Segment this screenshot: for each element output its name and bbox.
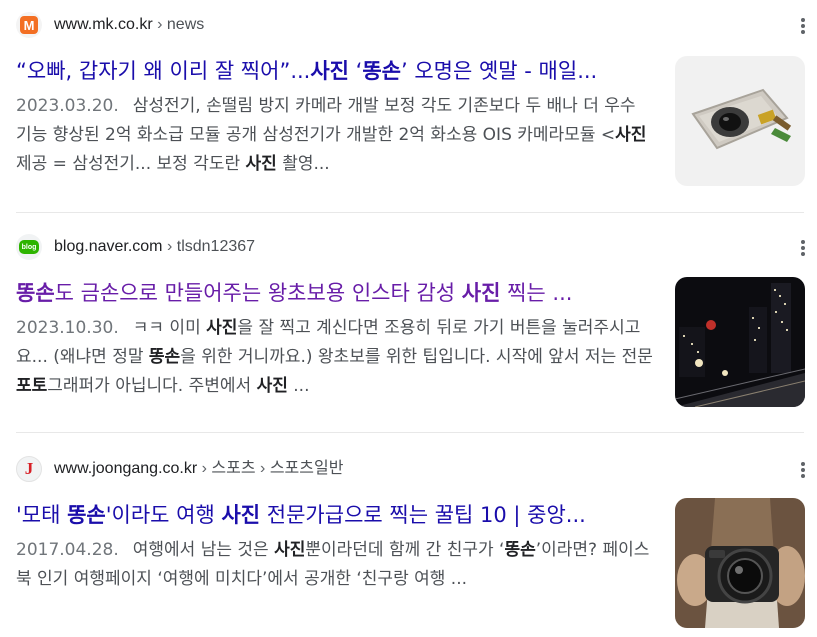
site-domain: www.joongang.co.kr xyxy=(54,460,198,477)
site-path: news xyxy=(166,16,205,33)
site-path: 스포츠 xyxy=(211,460,256,477)
mk-favicon-icon[interactable]: M xyxy=(16,12,42,38)
result-title-link[interactable]: 똥손도 금손으로 만들어주는 왕초보용 인스타 감성 사진 찍는 ... xyxy=(16,279,648,307)
result-snippet: 2023.03.20. 삼성전기, 손떨림 방지 카메라 개발 보정 각도 기존보… xyxy=(16,96,647,174)
site-path-sub: 스포츠일반 xyxy=(269,460,344,477)
breadcrumb-separator: › xyxy=(166,238,173,255)
result-thumbnail-camera-module[interactable] xyxy=(675,56,805,186)
result-snippet: 2017.04.28. 여행에서 남는 것은 사진뿐이라던데 함께 간 친구가 ‘… xyxy=(16,540,650,589)
result-title-link[interactable]: “오빠, 갑자기 왜 이리 잘 찍어”...사진 ‘똥손’ 오명은 옛말 - 매… xyxy=(16,57,648,85)
site-domain: blog.naver.com xyxy=(54,238,163,255)
naver-blog-favicon-icon[interactable]: blog xyxy=(16,234,42,260)
result-date: 2023.03.20. xyxy=(16,96,119,116)
result-snippet: 2023.10.30. ㅋㅋ 이미 사진을 잘 찍고 계신다면 조용히 뒤로 가기… xyxy=(16,318,653,396)
result-date: 2017.04.28. xyxy=(16,540,119,560)
result-divider xyxy=(16,432,804,433)
site-path: tlsdn12367 xyxy=(176,238,256,255)
search-result-naver-blog: blog blog.naver.com › tlsdn12367 똥손도 금손으… xyxy=(0,222,817,432)
site-domain: www.mk.co.kr xyxy=(54,16,153,33)
breadcrumb-separator: › xyxy=(260,460,266,477)
result-thumbnail-night-city[interactable] xyxy=(675,277,805,407)
breadcrumb-separator: › xyxy=(157,16,163,33)
search-result-joongang: J www.joongang.co.kr › 스포츠 › 스포츠일반 '모태 똥… xyxy=(0,444,817,637)
search-result-mk: M www.mk.co.kr › news “오빠, 갑자기 왜 이리 잘 찍어… xyxy=(0,0,817,212)
joongang-favicon-icon[interactable]: J xyxy=(16,456,42,482)
result-thumbnail-photographer[interactable] xyxy=(675,498,805,628)
result-date: 2023.10.30. xyxy=(16,318,119,338)
breadcrumb-separator: › xyxy=(201,460,207,477)
result-site-breadcrumb[interactable]: www.mk.co.kr › news xyxy=(54,15,204,35)
result-site-breadcrumb[interactable]: blog.naver.com › tlsdn12367 xyxy=(54,237,255,257)
more-options-icon[interactable] xyxy=(795,238,811,258)
more-options-icon[interactable] xyxy=(795,16,811,36)
result-site-breadcrumb[interactable]: www.joongang.co.kr › 스포츠 › 스포츠일반 xyxy=(54,459,343,479)
result-divider xyxy=(16,212,804,213)
more-options-icon[interactable] xyxy=(795,460,811,480)
result-title-link[interactable]: '모태 똥손'이라도 여행 사진 전문가급으로 찍는 꿀팁 10 | 중앙... xyxy=(16,501,648,529)
